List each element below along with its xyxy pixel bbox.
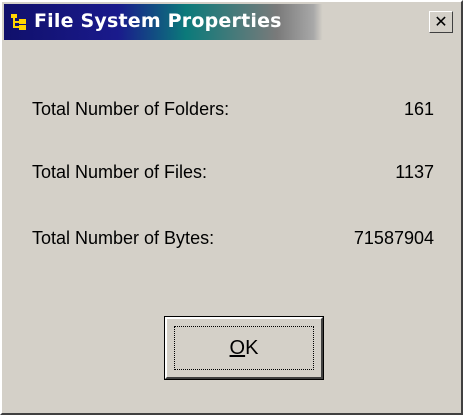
- stat-label: Total Number of Folders:: [32, 99, 230, 119]
- stat-label: Total Number of Bytes:: [32, 228, 215, 248]
- stat-value: 1137: [395, 162, 434, 182]
- close-button[interactable]: ✕: [429, 11, 453, 33]
- window-title: File System Properties: [34, 10, 282, 32]
- close-icon: ✕: [434, 12, 448, 31]
- ok-button-bevel: OK: [165, 317, 323, 379]
- properties-dialog: File System Properties ✕ Total Number of…: [0, 0, 463, 415]
- stat-label: Total Number of Files:: [32, 162, 208, 182]
- focus-rect: OK: [174, 326, 314, 370]
- title-bar[interactable]: File System Properties ✕: [4, 4, 459, 40]
- stat-value: 161: [403, 99, 434, 119]
- ok-label-rest: K: [245, 336, 259, 359]
- stat-value: 71587904: [353, 228, 434, 248]
- folder-tree-icon: [11, 14, 26, 30]
- ok-button[interactable]: OK: [164, 316, 324, 380]
- ok-mnemonic: O: [229, 336, 246, 359]
- ok-button-label: OK: [230, 337, 259, 360]
